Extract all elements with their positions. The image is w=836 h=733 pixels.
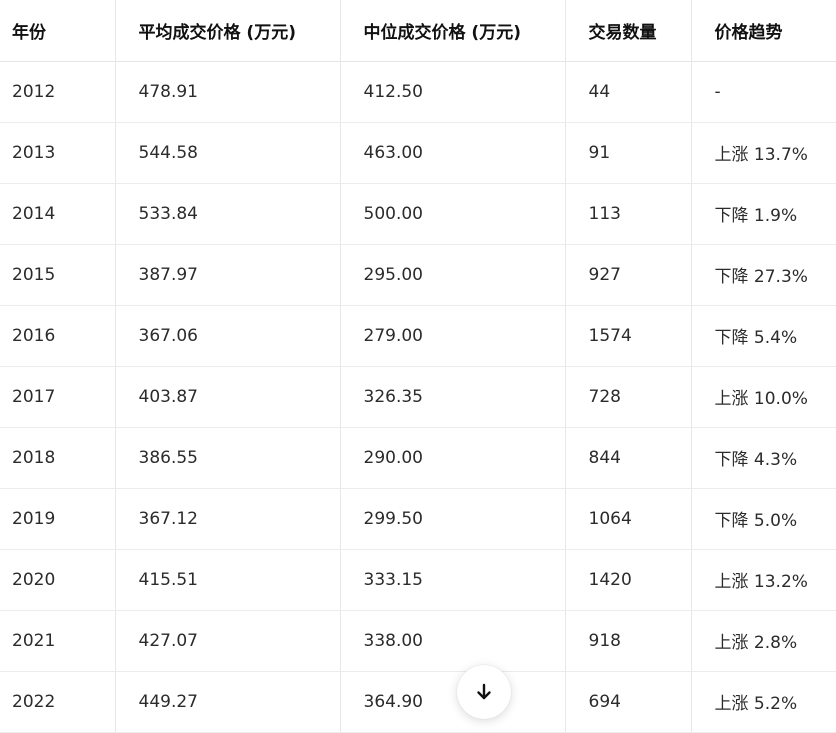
cell-average-price: 387.97 xyxy=(114,244,340,306)
cell-median-price: 364.90 xyxy=(339,671,565,733)
table-header: 年份 平均成交价格 (万元) 中位成交价格 (万元) 交易数量 价格趋势 xyxy=(0,0,836,62)
cell-price-trend: 下降 4.3% xyxy=(690,427,836,489)
cell-average-price: 403.87 xyxy=(114,366,340,428)
table-row: 2016 367.06 279.00 1574 下降 5.4% xyxy=(0,305,836,367)
cell-median-price: 338.00 xyxy=(339,610,565,672)
cell-year: 2020 xyxy=(0,549,115,611)
table-row: 2014 533.84 500.00 113 下降 1.9% xyxy=(0,183,836,245)
cell-price-trend: 下降 5.0% xyxy=(690,488,836,550)
cell-price-trend: 上涨 5.2% xyxy=(690,671,836,733)
cell-year: 2014 xyxy=(0,183,115,245)
cell-price-trend: 下降 5.4% xyxy=(690,305,836,367)
header-average-price: 平均成交价格 (万元) xyxy=(114,0,340,62)
table-row: 2021 427.07 338.00 918 上涨 2.8% xyxy=(0,610,836,672)
table-row: 2013 544.58 463.00 91 上涨 13.7% xyxy=(0,122,836,184)
cell-price-trend: 下降 27.3% xyxy=(690,244,836,306)
cell-median-price: 333.15 xyxy=(339,549,565,611)
cell-year: 2021 xyxy=(0,610,115,672)
table-row: 2017 403.87 326.35 728 上涨 10.0% xyxy=(0,366,836,428)
header-row: 年份 平均成交价格 (万元) 中位成交价格 (万元) 交易数量 价格趋势 xyxy=(0,0,836,62)
cell-average-price: 449.27 xyxy=(114,671,340,733)
cell-year: 2012 xyxy=(0,61,115,123)
cell-year: 2013 xyxy=(0,122,115,184)
cell-transaction-count: 728 xyxy=(564,366,691,428)
cell-price-trend: 上涨 2.8% xyxy=(690,610,836,672)
cell-average-price: 386.55 xyxy=(114,427,340,489)
cell-price-trend: 上涨 10.0% xyxy=(690,366,836,428)
cell-year: 2016 xyxy=(0,305,115,367)
table-body: 2012 478.91 412.50 44 - 2013 544.58 463.… xyxy=(0,61,836,733)
cell-price-trend: 上涨 13.2% xyxy=(690,549,836,611)
cell-transaction-count: 694 xyxy=(564,671,691,733)
cell-transaction-count: 1420 xyxy=(564,549,691,611)
header-price-trend: 价格趋势 xyxy=(690,0,836,62)
cell-transaction-count: 918 xyxy=(564,610,691,672)
cell-median-price: 279.00 xyxy=(339,305,565,367)
cell-average-price: 478.91 xyxy=(114,61,340,123)
header-transaction-count: 交易数量 xyxy=(564,0,691,62)
cell-average-price: 533.84 xyxy=(114,183,340,245)
cell-year: 2017 xyxy=(0,366,115,428)
cell-price-trend: 上涨 13.7% xyxy=(690,122,836,184)
cell-average-price: 427.07 xyxy=(114,610,340,672)
cell-transaction-count: 91 xyxy=(564,122,691,184)
cell-price-trend: - xyxy=(690,61,836,123)
cell-median-price: 500.00 xyxy=(339,183,565,245)
arrow-down-icon xyxy=(474,682,494,702)
cell-transaction-count: 844 xyxy=(564,427,691,489)
cell-average-price: 367.06 xyxy=(114,305,340,367)
table-row: 2012 478.91 412.50 44 - xyxy=(0,61,836,123)
table-row: 2015 387.97 295.00 927 下降 27.3% xyxy=(0,244,836,306)
cell-average-price: 544.58 xyxy=(114,122,340,184)
table-row: 2020 415.51 333.15 1420 上涨 13.2% xyxy=(0,549,836,611)
table-row: 2018 386.55 290.00 844 下降 4.3% xyxy=(0,427,836,489)
cell-median-price: 463.00 xyxy=(339,122,565,184)
header-year: 年份 xyxy=(0,0,115,62)
cell-median-price: 326.35 xyxy=(339,366,565,428)
cell-year: 2022 xyxy=(0,671,115,733)
cell-transaction-count: 1574 xyxy=(564,305,691,367)
cell-transaction-count: 1064 xyxy=(564,488,691,550)
table-row: 2022 449.27 364.90 694 上涨 5.2% xyxy=(0,671,836,733)
cell-median-price: 295.00 xyxy=(339,244,565,306)
cell-transaction-count: 927 xyxy=(564,244,691,306)
cell-price-trend: 下降 1.9% xyxy=(690,183,836,245)
cell-average-price: 367.12 xyxy=(114,488,340,550)
cell-median-price: 290.00 xyxy=(339,427,565,489)
cell-median-price: 299.50 xyxy=(339,488,565,550)
price-table: 年份 平均成交价格 (万元) 中位成交价格 (万元) 交易数量 价格趋势 201… xyxy=(0,0,836,733)
header-median-price: 中位成交价格 (万元) xyxy=(339,0,565,62)
cell-year: 2018 xyxy=(0,427,115,489)
cell-year: 2015 xyxy=(0,244,115,306)
cell-transaction-count: 44 xyxy=(564,61,691,123)
cell-average-price: 415.51 xyxy=(114,549,340,611)
cell-transaction-count: 113 xyxy=(564,183,691,245)
scroll-to-bottom-button[interactable] xyxy=(457,665,511,719)
cell-median-price: 412.50 xyxy=(339,61,565,123)
cell-year: 2019 xyxy=(0,488,115,550)
table-row: 2019 367.12 299.50 1064 下降 5.0% xyxy=(0,488,836,550)
